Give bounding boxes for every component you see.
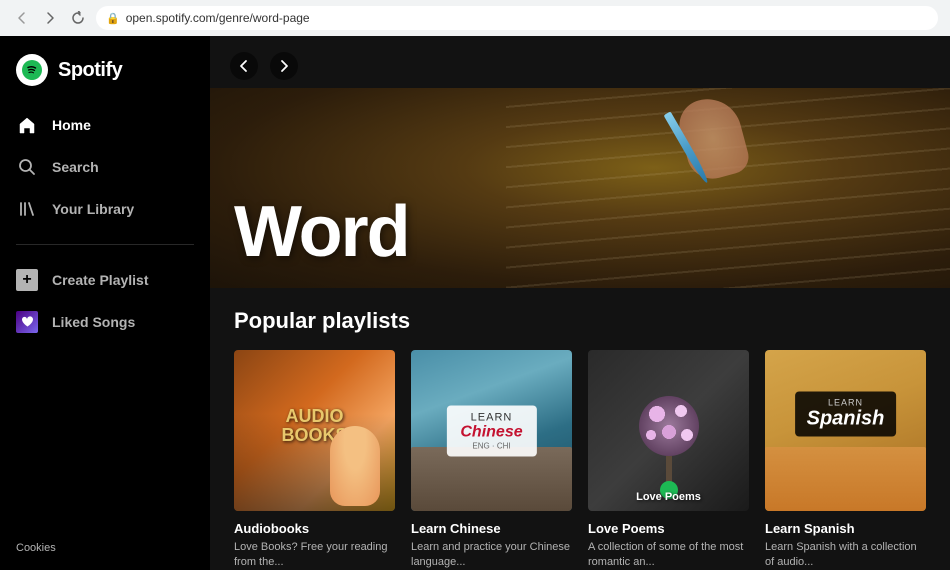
sidebar-logo: Spotify (0, 36, 210, 98)
browser-chrome: 🔒 open.spotify.com/genre/word-page (0, 0, 950, 36)
back-button[interactable] (12, 8, 32, 28)
playlist-thumb-spanish: LEARN Spanish (765, 350, 926, 511)
url-text: open.spotify.com/genre/word-page (126, 11, 310, 25)
playlist-card-learn-chinese[interactable]: LEARN Chinese ENG · CHI Learn Chinese Le… (411, 350, 572, 570)
create-playlist-icon: + (16, 269, 38, 291)
playlist-thumb-chinese: LEARN Chinese ENG · CHI (411, 350, 572, 511)
spanish-banner: LEARN Spanish (795, 392, 897, 437)
chinese-banner-learn: LEARN (460, 411, 522, 423)
sidebar-item-create-playlist[interactable]: + Create Playlist (0, 259, 210, 301)
sidebar-item-search[interactable]: Search (0, 146, 210, 188)
playlist-desc-audiobooks: Love Books? Free your reading from the..… (234, 540, 395, 570)
love-tree-flowers (639, 396, 699, 456)
hero-banner: Word (210, 88, 950, 288)
liked-songs-label: Liked Songs (52, 314, 135, 330)
chinese-banner: LEARN Chinese ENG · CHI (446, 405, 536, 456)
library-icon (16, 198, 38, 220)
audiobooks-person-decoration (330, 426, 380, 506)
spanish-city-decoration (765, 447, 926, 511)
chinese-wall-decoration (411, 447, 572, 511)
playlist-name-chinese: Learn Chinese (411, 521, 572, 536)
love-tree-top (639, 396, 699, 456)
playlist-name-spanish: Learn Spanish (765, 521, 926, 536)
sidebar-divider (16, 244, 194, 245)
playlist-desc-chinese: Learn and practice your Chinese language… (411, 540, 572, 570)
playlists-grid: AUDIOBOOKS Audiobooks Love Books? Free y… (234, 350, 926, 570)
sidebar-item-liked-songs[interactable]: Liked Songs (0, 301, 210, 343)
thumb-spanish-bg: LEARN Spanish (765, 350, 926, 511)
sidebar-item-library[interactable]: Your Library (0, 188, 210, 230)
playlist-desc-love: A collection of some of the most romanti… (588, 540, 749, 570)
thumb-chinese-bg: LEARN Chinese ENG · CHI (411, 350, 572, 511)
playlist-name-audiobooks: Audiobooks (234, 521, 395, 536)
sidebar: Spotify Home Searc (0, 36, 210, 570)
playlist-thumb-audiobooks: AUDIOBOOKS (234, 350, 395, 511)
sidebar-item-library-label: Your Library (52, 201, 134, 217)
home-icon (16, 114, 38, 136)
liked-songs-icon (16, 311, 38, 333)
spanish-banner-main: Spanish (807, 408, 885, 431)
create-playlist-label: Create Playlist (52, 272, 149, 288)
refresh-button[interactable] (68, 8, 88, 28)
spotify-logo-icon (16, 54, 48, 86)
thumb-audiobooks-bg: AUDIOBOOKS (234, 350, 395, 511)
playlist-desc-spanish: Learn Spanish with a collection of audio… (765, 540, 926, 570)
main-content: Word Popular playlists AUDIOBOOKS Audiob… (210, 36, 950, 570)
playlist-card-learn-spanish[interactable]: LEARN Spanish Learn Spanish Learn Spanis… (765, 350, 926, 570)
hero-title: Word (234, 196, 409, 268)
url-bar[interactable]: 🔒 open.spotify.com/genre/word-page (96, 6, 938, 30)
sidebar-navigation: Home Search (0, 98, 210, 236)
playlist-card-love-poems[interactable]: Love Poems Love Poems A collection of so… (588, 350, 749, 570)
playlist-name-love: Love Poems (588, 521, 749, 536)
sidebar-item-home[interactable]: Home (0, 104, 210, 146)
nav-back-button[interactable] (230, 52, 258, 80)
footer-cookies[interactable]: Cookies (0, 526, 210, 570)
sidebar-item-home-label: Home (52, 117, 91, 133)
lock-icon: 🔒 (106, 12, 120, 25)
spotify-logo-text: Spotify (58, 59, 122, 82)
forward-button[interactable] (40, 8, 60, 28)
search-icon (16, 156, 38, 178)
chinese-banner-sub: ENG · CHI (460, 441, 522, 450)
section-title-popular-playlists: Popular playlists (234, 308, 926, 334)
thumb-love-bg: Love Poems (588, 350, 749, 511)
spanish-banner-learn: LEARN (807, 398, 885, 408)
sidebar-item-search-label: Search (52, 159, 99, 175)
love-overlay-label: Love Poems (588, 491, 749, 503)
content-area: Popular playlists AUDIOBOOKS Audiobooks … (210, 288, 950, 570)
chinese-banner-main: Chinese (460, 423, 522, 441)
playlist-thumb-love: Love Poems (588, 350, 749, 511)
top-navigation (210, 36, 950, 88)
playlist-card-audiobooks[interactable]: AUDIOBOOKS Audiobooks Love Books? Free y… (234, 350, 395, 570)
sidebar-actions: + Create Playlist Liked Songs (0, 253, 210, 349)
app-container: Spotify Home Searc (0, 36, 950, 570)
nav-forward-button[interactable] (270, 52, 298, 80)
